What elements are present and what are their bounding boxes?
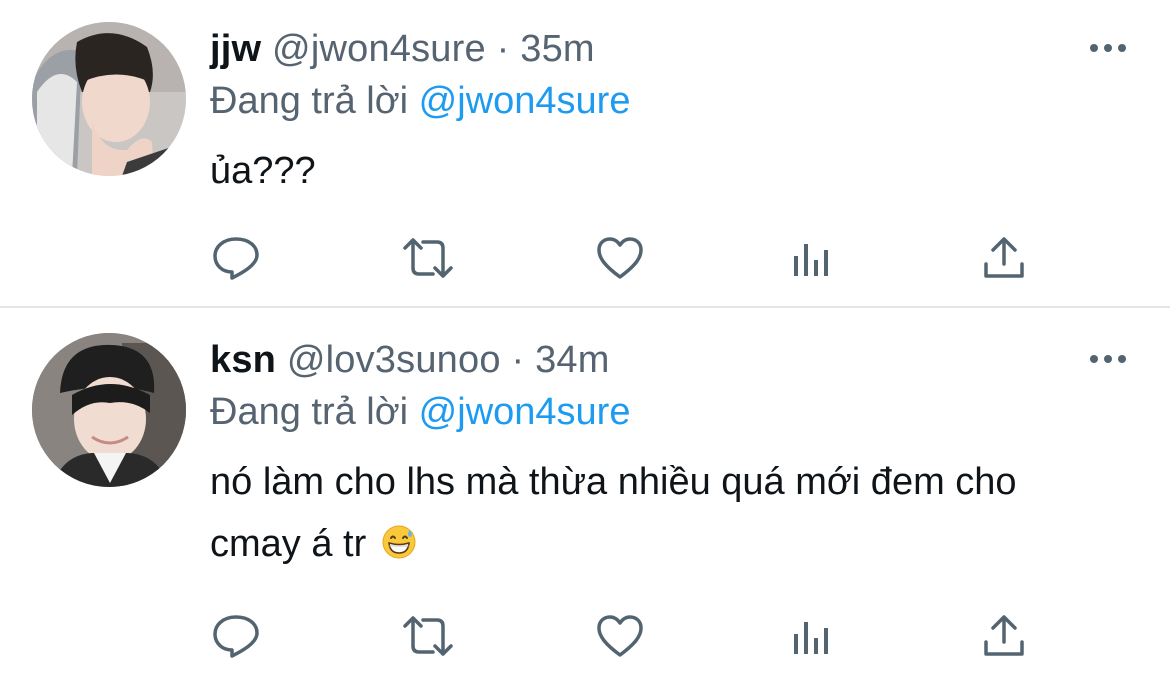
display-name[interactable]: jjw	[210, 28, 261, 70]
avatar[interactable]	[32, 22, 186, 176]
display-name[interactable]: ksn	[210, 339, 276, 381]
reply-button[interactable]	[206, 228, 266, 288]
share-upload-icon	[984, 615, 1024, 656]
tweet[interactable]: jjw @jwon4sure · 35m Đang trả lời @jwon4…	[0, 0, 1170, 306]
share-button[interactable]	[974, 228, 1034, 288]
reply-bubble-icon	[213, 237, 259, 280]
tweet-text-content: ủa???	[210, 150, 316, 192]
tweet-header: jjw @jwon4sure · 35m	[210, 26, 595, 72]
user-handle[interactable]: @lov3sunoo	[287, 339, 501, 381]
replying-to: Đang trả lời @jwon4sure	[210, 78, 630, 124]
replying-prefix: Đang trả lời	[210, 391, 409, 433]
like-button[interactable]	[590, 228, 650, 288]
tweet[interactable]: ksn @lov3sunoo · 34m Đang trả lời @jwon4…	[0, 309, 1170, 675]
heart-icon	[597, 237, 643, 279]
share-button[interactable]	[974, 606, 1034, 666]
timestamp[interactable]: 34m	[535, 339, 610, 381]
user-handle[interactable]: @jwon4sure	[272, 28, 486, 70]
mention-link[interactable]: @jwon4sure	[419, 391, 631, 433]
retweet-button[interactable]	[398, 228, 458, 288]
heart-icon	[597, 615, 643, 657]
divider	[0, 306, 1170, 308]
replying-to: Đang trả lời @jwon4sure	[210, 389, 630, 435]
tweet-text: ủa???	[210, 140, 1110, 202]
timestamp[interactable]: 35m	[520, 28, 595, 70]
mention-link[interactable]: @jwon4sure	[419, 80, 631, 122]
views-button[interactable]	[782, 228, 842, 288]
separator: ·	[511, 339, 525, 381]
retweet-icon	[403, 616, 453, 656]
more-icon[interactable]	[1086, 349, 1130, 369]
retweet-button[interactable]	[398, 606, 458, 666]
replying-prefix: Đang trả lời	[210, 80, 409, 122]
reply-button[interactable]	[206, 606, 266, 666]
share-upload-icon	[984, 237, 1024, 278]
retweet-icon	[403, 238, 453, 278]
bar-chart-icon	[794, 244, 828, 276]
tweet-text: nó làm cho lhs mà thừa nhiều quá mới đem…	[210, 451, 1110, 575]
grinning-face-with-sweat-icon	[382, 525, 416, 559]
action-bar	[0, 606, 1170, 666]
action-bar	[0, 228, 1170, 288]
more-icon[interactable]	[1086, 38, 1130, 58]
reply-bubble-icon	[213, 615, 259, 658]
bar-chart-icon	[794, 622, 828, 654]
like-button[interactable]	[590, 606, 650, 666]
tweet-header: ksn @lov3sunoo · 34m	[210, 337, 610, 383]
avatar[interactable]	[32, 333, 186, 487]
views-button[interactable]	[782, 606, 842, 666]
tweet-text-content: nó làm cho lhs mà thừa nhiều quá mới đem…	[210, 461, 1017, 565]
separator: ·	[496, 28, 510, 70]
